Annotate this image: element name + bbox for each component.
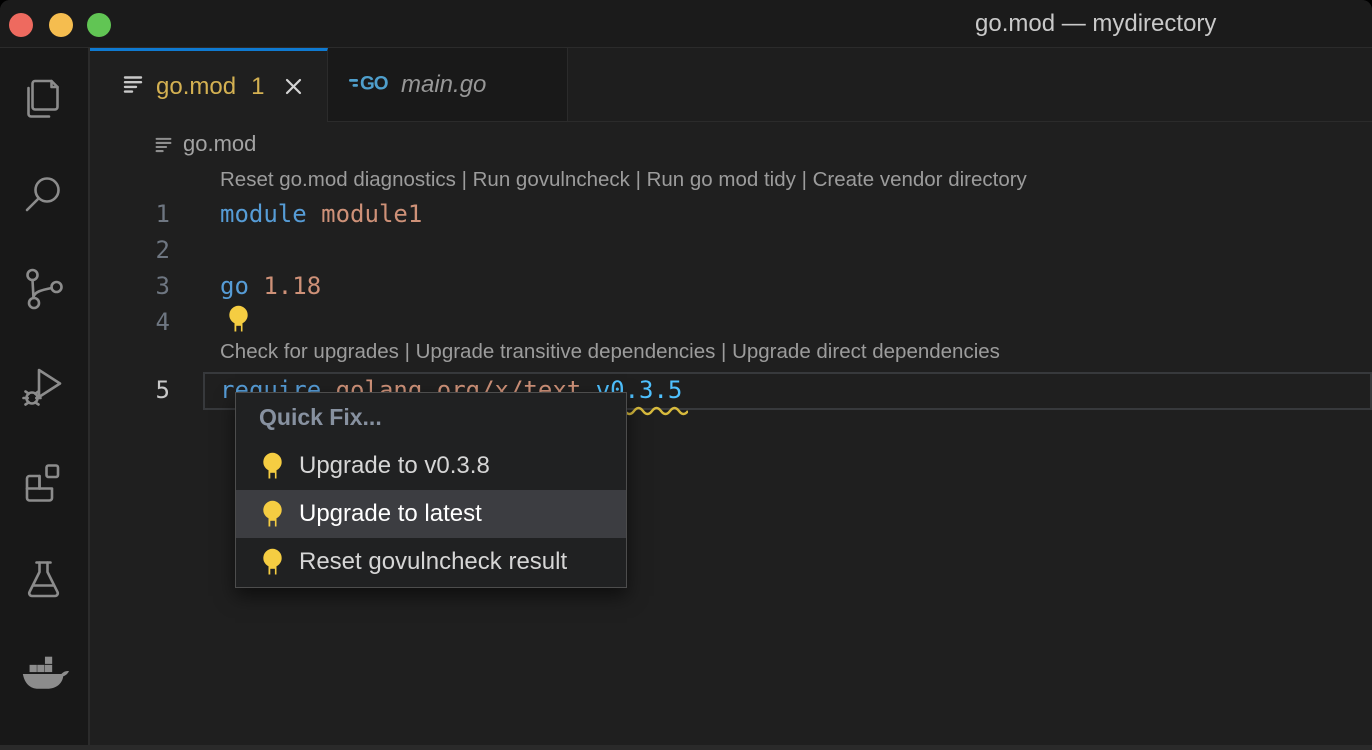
quick-fix-header: Quick Fix... [236,393,626,442]
activity-item-docker[interactable] [19,649,69,699]
codelens-link[interactable]: Run govulncheck [473,168,630,191]
codelens-link[interactable]: Upgrade transitive dependencies [416,340,716,363]
beaker-icon [19,592,69,609]
tab-problem-badge: 1 [251,73,264,101]
code-token: go [220,272,263,300]
tab-go-mod[interactable]: go.mod 1 [90,48,328,122]
go-logo-icon: GO [348,68,394,101]
code-token: 1.18 [263,272,321,300]
tab-strip-empty-area [568,48,1372,122]
activity-item-extensions[interactable] [19,458,69,508]
file-list-icon [122,73,144,100]
tab-label: go.mod [156,73,236,101]
source-control-icon [19,301,69,318]
activity-item-run-debug[interactable] [19,362,69,412]
file-list-icon [154,135,173,154]
code-line-4[interactable]: 4 [90,304,1372,340]
codelens-link[interactable]: Run go mod tidy [647,168,796,191]
extensions-icon [19,495,69,512]
lightbulb-icon [261,548,284,576]
quick-fix-label: Upgrade to latest [299,500,482,528]
lightbulb-icon[interactable] [227,305,250,334]
breadcrumb[interactable]: go.mod [154,122,256,166]
line-number: 1 [140,196,170,232]
close-tab-icon[interactable] [283,76,304,97]
quick-fix-menu: Quick Fix... Upgrade to v0.3.8 Upgrade t… [235,392,627,588]
code-line-2[interactable]: 2 [90,232,1372,268]
debug-icon [19,399,69,416]
close-window-button[interactable] [9,13,33,37]
codelens-link[interactable]: Reset go.mod diagnostics [220,168,456,191]
line-number: 3 [140,268,170,304]
minimize-window-button[interactable] [49,13,73,37]
codelens-link[interactable]: Check for upgrades [220,340,399,363]
breadcrumb-file: go.mod [183,131,256,157]
codelens-link[interactable]: Create vendor directory [813,168,1027,191]
docker-whale-icon [19,686,69,703]
vscode-window: go.mod — mydirectory [0,0,1372,750]
code-token: module1 [321,200,422,228]
line-number: 4 [140,304,170,340]
activity-bar [0,48,90,750]
quick-fix-item-reset-govulncheck[interactable]: Reset govulncheck result [236,538,626,586]
svg-text:GO: GO [360,74,388,95]
search-icon [19,207,69,224]
codelens-module: Reset go.mod diagnostics | Run govulnche… [220,168,1027,192]
activity-item-testing[interactable] [19,555,69,605]
quick-fix-item-upgrade-latest[interactable]: Upgrade to latest [236,490,626,538]
window-bottom-edge [0,745,1372,750]
code-line-3[interactable]: 3 go 1.18 [90,268,1372,304]
tab-main-go[interactable]: GO main.go [328,48,568,122]
codelens-link[interactable]: Upgrade direct dependencies [732,340,1000,363]
lightbulb-icon [261,452,284,480]
zoom-window-button[interactable] [87,13,111,37]
code-line-1[interactable]: 1 module module1 [90,196,1372,232]
codelens-require: Check for upgrades | Upgrade transitive … [220,340,1000,364]
quick-fix-label: Upgrade to v0.3.8 [299,452,490,480]
line-number: 5 [140,372,170,408]
tab-label: main.go [401,71,486,99]
quick-fix-item-upgrade-v038[interactable]: Upgrade to v0.3.8 [236,442,626,490]
files-icon [19,111,69,128]
activity-item-search[interactable] [19,170,69,220]
line-number: 2 [140,232,170,268]
code-token: module [220,200,321,228]
activity-item-explorer[interactable] [19,74,69,124]
window-title: go.mod — mydirectory [975,0,1216,48]
lightbulb-icon [261,500,284,528]
quick-fix-label: Reset govulncheck result [299,548,567,576]
activity-item-source-control[interactable] [19,264,69,314]
title-bar: go.mod — mydirectory [0,0,1372,48]
